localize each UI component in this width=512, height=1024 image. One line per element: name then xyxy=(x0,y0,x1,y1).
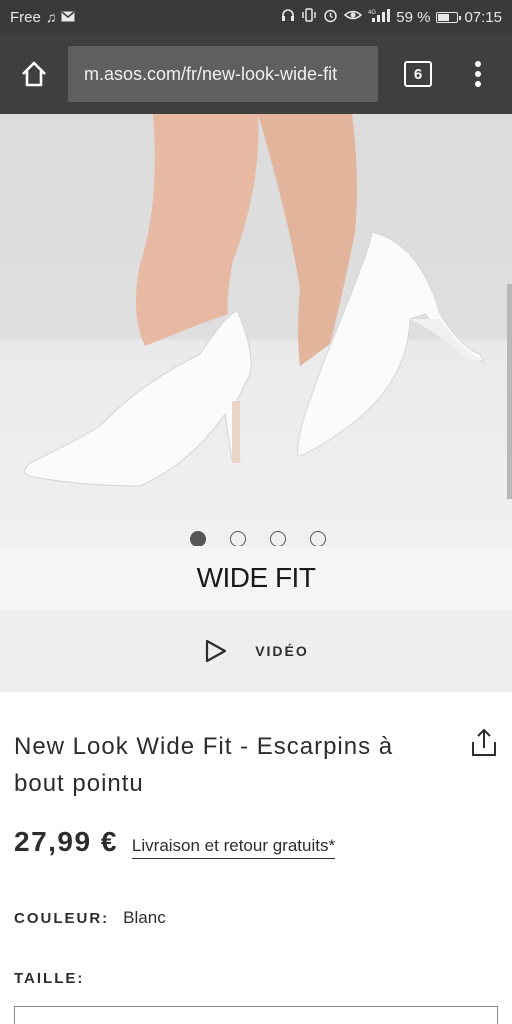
carousel-dot[interactable] xyxy=(230,531,246,547)
share-icon xyxy=(472,728,496,756)
scrollbar[interactable] xyxy=(507,284,512,499)
video-label: VIDÉO xyxy=(255,643,309,659)
size-select[interactable] xyxy=(14,1006,498,1024)
wide-fit-banner: WIDE FIT xyxy=(0,546,512,610)
carousel-dot[interactable] xyxy=(190,531,206,547)
tabs-button[interactable]: 6 xyxy=(404,61,432,87)
eye-icon xyxy=(344,8,363,26)
browser-toolbar: m.asos.com/fr/new-look-wide-fit 6 xyxy=(0,34,512,114)
status-left: Free ♫ xyxy=(10,9,75,26)
home-icon xyxy=(22,61,46,87)
home-button[interactable] xyxy=(0,34,68,114)
product-title-line: New Look Wide Fit - Escarpins à xyxy=(14,733,394,760)
wide-fit-label: WIDE FIT xyxy=(196,562,316,593)
clock: 07:15 xyxy=(464,8,502,26)
battery-percent: 59 % xyxy=(396,8,431,26)
carousel-dot[interactable] xyxy=(270,531,286,547)
url-bar[interactable]: m.asos.com/fr/new-look-wide-fit xyxy=(68,46,378,102)
menu-dot xyxy=(475,71,481,77)
delivery-link[interactable]: Livraison et retour gratuits* xyxy=(131,836,336,859)
svg-text:4G: 4G xyxy=(368,10,376,16)
product-title-line: bout pointu xyxy=(14,770,144,797)
color-label: COULEUR: xyxy=(14,910,110,927)
music-note-icon: ♫ xyxy=(45,9,57,25)
tab-count: 6 xyxy=(413,65,423,83)
play-icon xyxy=(206,639,227,663)
size-label: TAILLE: xyxy=(14,970,85,987)
carousel-dot[interactable] xyxy=(310,531,326,547)
signal-icon: 4G xyxy=(368,8,391,26)
battery-icon xyxy=(436,11,462,23)
price-row: 27,99 € Livraison et retour gratuits* xyxy=(14,826,336,859)
vibrate-icon xyxy=(301,8,317,26)
menu-dot xyxy=(475,81,481,87)
menu-button[interactable] xyxy=(466,54,490,94)
alarm-icon xyxy=(323,8,338,27)
color-row: COULEUR: Blanc xyxy=(14,908,166,928)
url-text: m.asos.com/fr/new-look-wide-fit xyxy=(84,63,338,84)
share-button[interactable] xyxy=(470,728,498,763)
carrier-name: Free xyxy=(10,8,41,26)
headphones-icon xyxy=(281,8,295,26)
status-bar: Free ♫ 4G 59 % 07:15 xyxy=(0,0,512,34)
product-title: New Look Wide Fit - Escarpins à bout poi… xyxy=(14,728,444,802)
carousel-dots xyxy=(0,531,512,547)
status-right: 4G 59 % 07:15 xyxy=(281,8,502,27)
color-value: Blanc xyxy=(123,908,166,927)
video-button[interactable]: VIDÉO xyxy=(0,610,512,692)
mail-icon xyxy=(61,9,75,26)
menu-dot xyxy=(475,61,481,67)
product-price: 27,99 € xyxy=(14,826,118,857)
